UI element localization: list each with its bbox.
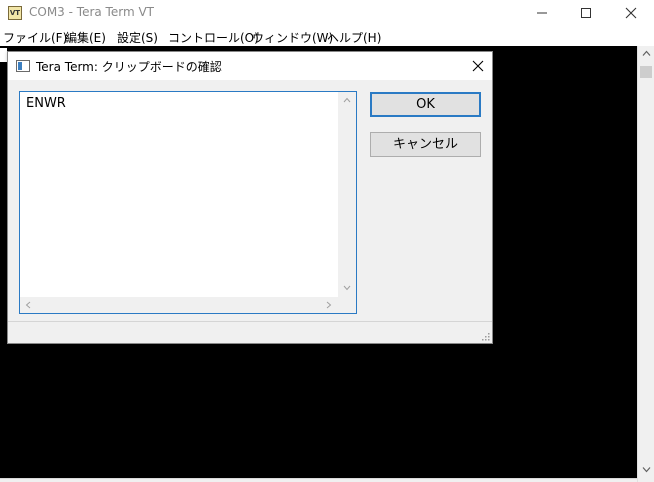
minimize-button[interactable] (519, 0, 565, 26)
terminal-cursor (0, 48, 7, 62)
ok-button[interactable]: OK (370, 92, 481, 117)
maximize-icon (581, 8, 591, 18)
resize-grip-icon[interactable] (480, 331, 490, 341)
dialog-title-bar[interactable]: Tera Term: クリップボードの確認 (8, 52, 492, 80)
close-icon (625, 7, 637, 19)
cancel-button[interactable]: キャンセル (370, 132, 481, 157)
menu-edit[interactable]: 編集(E) (65, 29, 106, 46)
scroll-up-icon[interactable] (642, 50, 651, 57)
dialog-close-button[interactable] (463, 52, 493, 80)
clipboard-text-area[interactable]: ENWR (19, 91, 357, 314)
window-close-button[interactable] (608, 0, 654, 26)
menu-help[interactable]: ヘルプ(H) (327, 29, 381, 46)
scroll-down-icon[interactable] (642, 466, 651, 473)
menu-setup[interactable]: 設定(S) (117, 29, 158, 46)
window-icon (16, 60, 30, 72)
terminal-horizontal-scrollbar[interactable] (0, 478, 637, 482)
window-title-bar[interactable]: VT COM3 - Tera Term VT (0, 0, 654, 26)
textbox-vertical-scrollbar[interactable] (338, 92, 356, 297)
menu-bar: ファイル(F) 編集(E) 設定(S) コントロール(O) ウィンドウ(W) ヘ… (0, 26, 654, 46)
menu-control[interactable]: コントロール(O) (168, 29, 259, 46)
textbox-horizontal-scrollbar[interactable] (20, 297, 338, 313)
scroll-down-icon[interactable] (343, 285, 351, 291)
scroll-right-icon[interactable] (326, 301, 332, 309)
clipboard-confirm-dialog: Tera Term: クリップボードの確認 ENWR OK キャンセル (7, 51, 493, 344)
maximize-button[interactable] (563, 0, 609, 26)
window-title: COM3 - Tera Term VT (29, 5, 154, 19)
menu-file[interactable]: ファイル(F) (3, 29, 67, 46)
scrollbar-thumb[interactable] (640, 66, 652, 78)
dialog-status-bar (8, 321, 492, 343)
scroll-left-icon[interactable] (25, 301, 31, 309)
terminal-vertical-scrollbar[interactable] (637, 46, 654, 482)
tera-term-icon[interactable]: VT (8, 6, 22, 20)
clipboard-text[interactable]: ENWR (26, 96, 66, 111)
close-icon (472, 60, 484, 72)
scroll-up-icon[interactable] (343, 97, 351, 103)
menu-window[interactable]: ウィンドウ(W) (252, 29, 333, 46)
minimize-icon (537, 12, 547, 14)
scrollbar-corner (338, 297, 356, 313)
dialog-title: Tera Term: クリップボードの確認 (36, 60, 222, 74)
